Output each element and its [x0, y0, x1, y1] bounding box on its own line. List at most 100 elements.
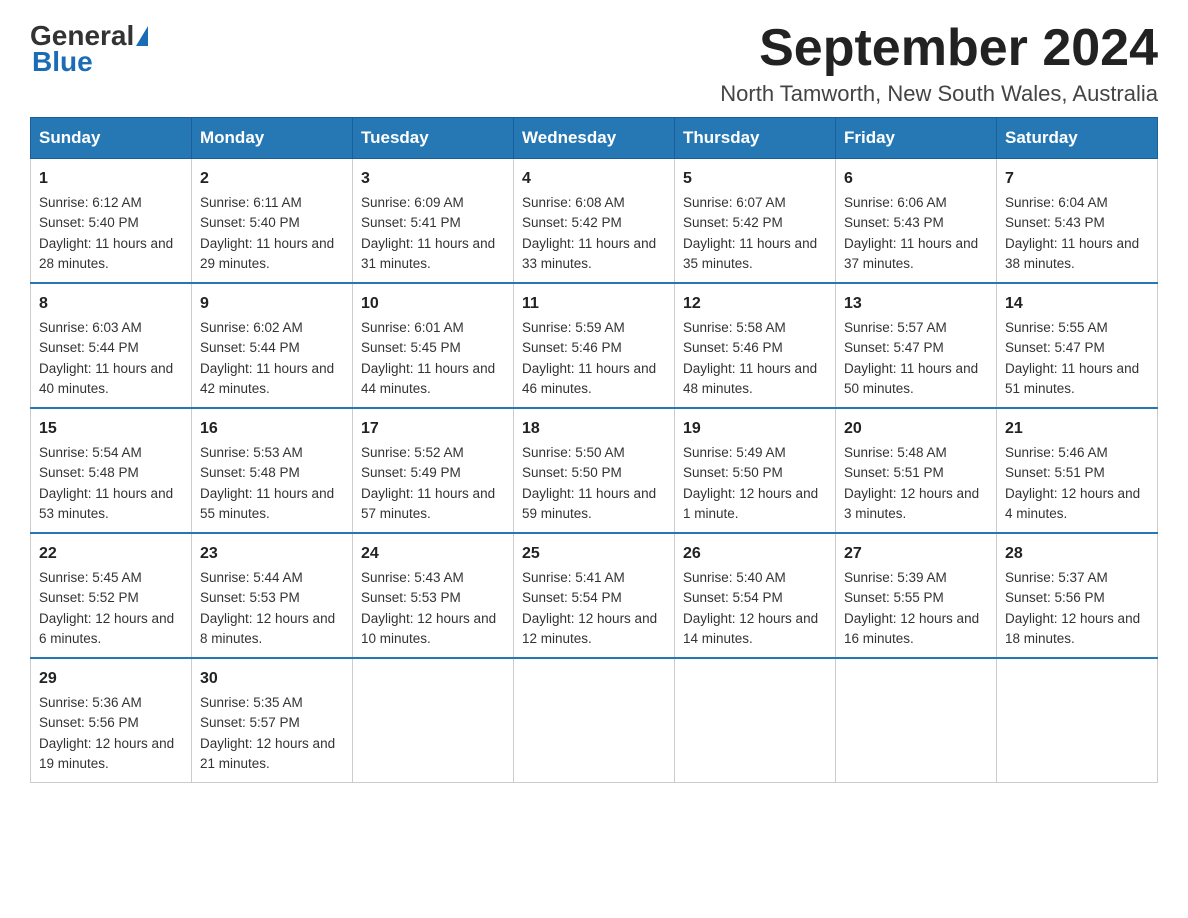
calendar-cell	[997, 658, 1158, 783]
calendar-cell: 28 Sunrise: 5:37 AMSunset: 5:56 PMDaylig…	[997, 533, 1158, 658]
day-number: 16	[200, 417, 344, 441]
calendar-cell: 16 Sunrise: 5:53 AMSunset: 5:48 PMDaylig…	[192, 408, 353, 533]
calendar-cell: 17 Sunrise: 5:52 AMSunset: 5:49 PMDaylig…	[353, 408, 514, 533]
day-info: Sunrise: 6:06 AMSunset: 5:43 PMDaylight:…	[844, 193, 988, 274]
day-number: 30	[200, 667, 344, 691]
day-number: 17	[361, 417, 505, 441]
logo-blue: Blue	[32, 46, 93, 77]
location-title: North Tamworth, New South Wales, Austral…	[720, 81, 1158, 107]
day-number: 20	[844, 417, 988, 441]
weekday-friday: Friday	[836, 118, 997, 159]
day-info: Sunrise: 6:04 AMSunset: 5:43 PMDaylight:…	[1005, 193, 1149, 274]
weekday-monday: Monday	[192, 118, 353, 159]
day-number: 19	[683, 417, 827, 441]
week-row-3: 15 Sunrise: 5:54 AMSunset: 5:48 PMDaylig…	[31, 408, 1158, 533]
day-info: Sunrise: 5:46 AMSunset: 5:51 PMDaylight:…	[1005, 443, 1149, 524]
day-info: Sunrise: 5:53 AMSunset: 5:48 PMDaylight:…	[200, 443, 344, 524]
day-number: 8	[39, 292, 183, 316]
day-number: 21	[1005, 417, 1149, 441]
day-number: 29	[39, 667, 183, 691]
day-info: Sunrise: 5:36 AMSunset: 5:56 PMDaylight:…	[39, 693, 183, 774]
weekday-tuesday: Tuesday	[353, 118, 514, 159]
week-row-2: 8 Sunrise: 6:03 AMSunset: 5:44 PMDayligh…	[31, 283, 1158, 408]
calendar-cell: 15 Sunrise: 5:54 AMSunset: 5:48 PMDaylig…	[31, 408, 192, 533]
weekday-header-row: SundayMondayTuesdayWednesdayThursdayFrid…	[31, 118, 1158, 159]
calendar-cell: 22 Sunrise: 5:45 AMSunset: 5:52 PMDaylig…	[31, 533, 192, 658]
day-info: Sunrise: 5:55 AMSunset: 5:47 PMDaylight:…	[1005, 318, 1149, 399]
day-number: 11	[522, 292, 666, 316]
week-row-1: 1 Sunrise: 6:12 AMSunset: 5:40 PMDayligh…	[31, 159, 1158, 284]
day-number: 12	[683, 292, 827, 316]
day-info: Sunrise: 6:09 AMSunset: 5:41 PMDaylight:…	[361, 193, 505, 274]
day-number: 24	[361, 542, 505, 566]
calendar-cell: 29 Sunrise: 5:36 AMSunset: 5:56 PMDaylig…	[31, 658, 192, 783]
calendar-cell: 20 Sunrise: 5:48 AMSunset: 5:51 PMDaylig…	[836, 408, 997, 533]
day-info: Sunrise: 5:35 AMSunset: 5:57 PMDaylight:…	[200, 693, 344, 774]
day-number: 22	[39, 542, 183, 566]
day-number: 27	[844, 542, 988, 566]
day-number: 2	[200, 167, 344, 191]
calendar-cell: 7 Sunrise: 6:04 AMSunset: 5:43 PMDayligh…	[997, 159, 1158, 284]
logo-triangle-icon	[136, 26, 148, 46]
day-info: Sunrise: 5:57 AMSunset: 5:47 PMDaylight:…	[844, 318, 988, 399]
day-number: 10	[361, 292, 505, 316]
month-title: September 2024	[720, 20, 1158, 77]
calendar-cell: 9 Sunrise: 6:02 AMSunset: 5:44 PMDayligh…	[192, 283, 353, 408]
day-number: 25	[522, 542, 666, 566]
day-number: 15	[39, 417, 183, 441]
day-info: Sunrise: 6:11 AMSunset: 5:40 PMDaylight:…	[200, 193, 344, 274]
week-row-5: 29 Sunrise: 5:36 AMSunset: 5:56 PMDaylig…	[31, 658, 1158, 783]
calendar-cell: 10 Sunrise: 6:01 AMSunset: 5:45 PMDaylig…	[353, 283, 514, 408]
weekday-thursday: Thursday	[675, 118, 836, 159]
day-number: 7	[1005, 167, 1149, 191]
logo: General Blue	[30, 20, 150, 78]
calendar-cell: 19 Sunrise: 5:49 AMSunset: 5:50 PMDaylig…	[675, 408, 836, 533]
day-number: 18	[522, 417, 666, 441]
day-info: Sunrise: 5:44 AMSunset: 5:53 PMDaylight:…	[200, 568, 344, 649]
header: General Blue September 2024 North Tamwor…	[30, 20, 1158, 107]
weekday-wednesday: Wednesday	[514, 118, 675, 159]
calendar-cell	[836, 658, 997, 783]
day-number: 3	[361, 167, 505, 191]
calendar-cell: 1 Sunrise: 6:12 AMSunset: 5:40 PMDayligh…	[31, 159, 192, 284]
calendar-cell: 18 Sunrise: 5:50 AMSunset: 5:50 PMDaylig…	[514, 408, 675, 533]
calendar-cell: 24 Sunrise: 5:43 AMSunset: 5:53 PMDaylig…	[353, 533, 514, 658]
calendar-cell: 4 Sunrise: 6:08 AMSunset: 5:42 PMDayligh…	[514, 159, 675, 284]
calendar-cell: 30 Sunrise: 5:35 AMSunset: 5:57 PMDaylig…	[192, 658, 353, 783]
calendar-cell: 5 Sunrise: 6:07 AMSunset: 5:42 PMDayligh…	[675, 159, 836, 284]
calendar-cell: 12 Sunrise: 5:58 AMSunset: 5:46 PMDaylig…	[675, 283, 836, 408]
day-number: 14	[1005, 292, 1149, 316]
day-number: 5	[683, 167, 827, 191]
day-info: Sunrise: 5:49 AMSunset: 5:50 PMDaylight:…	[683, 443, 827, 524]
day-info: Sunrise: 5:43 AMSunset: 5:53 PMDaylight:…	[361, 568, 505, 649]
calendar-cell: 2 Sunrise: 6:11 AMSunset: 5:40 PMDayligh…	[192, 159, 353, 284]
calendar-cell	[514, 658, 675, 783]
day-number: 13	[844, 292, 988, 316]
calendar-cell: 25 Sunrise: 5:41 AMSunset: 5:54 PMDaylig…	[514, 533, 675, 658]
week-row-4: 22 Sunrise: 5:45 AMSunset: 5:52 PMDaylig…	[31, 533, 1158, 658]
calendar-cell	[353, 658, 514, 783]
day-info: Sunrise: 6:03 AMSunset: 5:44 PMDaylight:…	[39, 318, 183, 399]
calendar-table: SundayMondayTuesdayWednesdayThursdayFrid…	[30, 117, 1158, 783]
day-info: Sunrise: 5:58 AMSunset: 5:46 PMDaylight:…	[683, 318, 827, 399]
day-info: Sunrise: 6:02 AMSunset: 5:44 PMDaylight:…	[200, 318, 344, 399]
day-info: Sunrise: 5:50 AMSunset: 5:50 PMDaylight:…	[522, 443, 666, 524]
calendar-cell: 14 Sunrise: 5:55 AMSunset: 5:47 PMDaylig…	[997, 283, 1158, 408]
day-number: 23	[200, 542, 344, 566]
day-info: Sunrise: 6:12 AMSunset: 5:40 PMDaylight:…	[39, 193, 183, 274]
day-number: 4	[522, 167, 666, 191]
day-info: Sunrise: 6:01 AMSunset: 5:45 PMDaylight:…	[361, 318, 505, 399]
calendar-cell: 27 Sunrise: 5:39 AMSunset: 5:55 PMDaylig…	[836, 533, 997, 658]
day-info: Sunrise: 6:07 AMSunset: 5:42 PMDaylight:…	[683, 193, 827, 274]
weekday-saturday: Saturday	[997, 118, 1158, 159]
day-info: Sunrise: 6:08 AMSunset: 5:42 PMDaylight:…	[522, 193, 666, 274]
calendar-cell: 3 Sunrise: 6:09 AMSunset: 5:41 PMDayligh…	[353, 159, 514, 284]
day-info: Sunrise: 5:59 AMSunset: 5:46 PMDaylight:…	[522, 318, 666, 399]
day-number: 6	[844, 167, 988, 191]
calendar-cell: 6 Sunrise: 6:06 AMSunset: 5:43 PMDayligh…	[836, 159, 997, 284]
calendar-cell: 26 Sunrise: 5:40 AMSunset: 5:54 PMDaylig…	[675, 533, 836, 658]
calendar-cell: 11 Sunrise: 5:59 AMSunset: 5:46 PMDaylig…	[514, 283, 675, 408]
title-area: September 2024 North Tamworth, New South…	[720, 20, 1158, 107]
day-info: Sunrise: 5:40 AMSunset: 5:54 PMDaylight:…	[683, 568, 827, 649]
weekday-sunday: Sunday	[31, 118, 192, 159]
